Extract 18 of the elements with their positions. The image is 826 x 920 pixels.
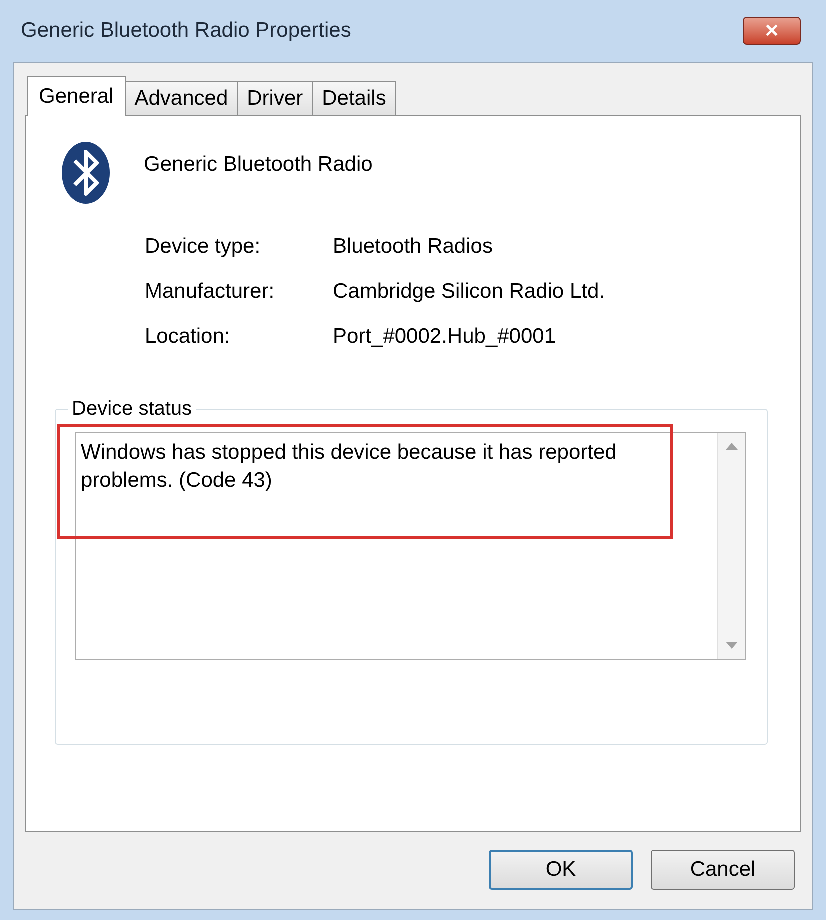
tab[interactable]: Details: [312, 81, 396, 115]
dialog-button[interactable]: Cancel: [651, 850, 795, 890]
dialog-button[interactable]: OK: [489, 850, 633, 890]
tab[interactable]: Advanced: [124, 81, 238, 115]
property-label: Manufacturer:: [145, 279, 276, 306]
property-label: Device type:: [145, 234, 262, 260]
tab[interactable]: General: [27, 76, 126, 116]
up-arrow-icon: [726, 443, 738, 450]
device-name: Generic Bluetooth Radio: [144, 152, 373, 178]
property-label: Location:: [145, 324, 232, 350]
property-value: Port_#0002.Hub_#0001: [333, 324, 556, 350]
down-arrow-icon: [726, 642, 738, 649]
bluetooth-icon: [61, 141, 111, 205]
tab[interactable]: Driver: [237, 81, 314, 115]
property-value: Bluetooth Radios: [333, 234, 493, 260]
status-text: Windows has stopped this device because it has reported problems. (Code 43): [81, 441, 617, 492]
window-title: Generic Bluetooth Radio Properties: [21, 18, 352, 44]
property-value: Cambridge Silicon Radio Ltd.: [333, 279, 605, 306]
